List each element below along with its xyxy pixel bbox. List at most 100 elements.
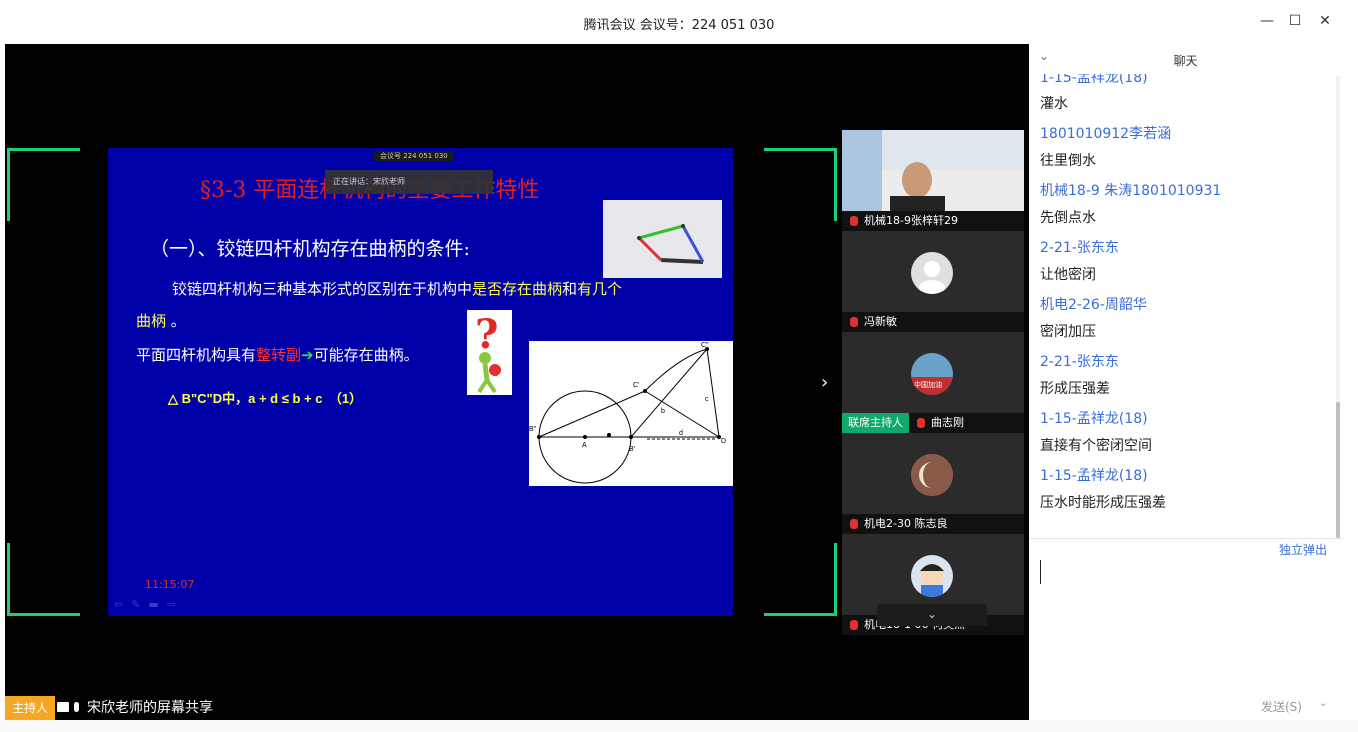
window-title: 腾讯会议 会议号：224 051 030 <box>583 18 775 33</box>
para1-text-d: 有几个 <box>577 280 623 298</box>
question-figure-image: ? <box>467 310 512 395</box>
frame-corner-bottom-left <box>7 543 80 616</box>
microphone-icon <box>74 702 79 712</box>
label-a: A <box>582 442 587 449</box>
chat-panel: ⌄ 聊天 1-15-孟祥龙(18) 灌水 1801010912李若涵 往里倒水 … <box>1029 44 1342 720</box>
slide-time: 11:15:07 <box>145 578 195 591</box>
four-bar-linkage-image <box>603 200 722 278</box>
minimize-icon[interactable]: — <box>1256 10 1278 32</box>
label-c-double-prime: C" <box>701 342 709 349</box>
chat-message-list[interactable]: 1-15-孟祥龙(18) 灌水 1801010912李若涵 往里倒水 机械18-… <box>1029 74 1342 534</box>
chat-message: 往里倒水 <box>1040 153 1096 169</box>
cohost-badge: 联席主持人 <box>842 413 909 433</box>
participant-name: 曲志刚 <box>931 416 964 429</box>
svg-text:?: ? <box>475 311 498 358</box>
participant-tile-2[interactable]: 冯新敏 <box>842 231 1024 332</box>
chat-message: 先倒点水 <box>1040 210 1096 226</box>
participant-name: 冯新敏 <box>864 315 897 328</box>
text-caret <box>1040 560 1041 584</box>
para1-text-f: 。 <box>170 312 186 330</box>
chat-sender[interactable]: 1801010912李若涵 <box>1040 123 1171 143</box>
close-icon[interactable]: ✕ <box>1314 10 1336 32</box>
share-status-bar: 主持人 宋欣老师的屏幕共享 <box>5 694 1029 720</box>
chat-sender[interactable]: 2-21-张东东 <box>1040 351 1119 371</box>
label-d: D <box>721 438 726 445</box>
chat-sender[interactable]: 2-21-张东东 <box>1040 237 1119 257</box>
mechanism-diagram: B" C' C" A B' D b c d <box>529 341 733 486</box>
para1-text-a: 铰链四杆机构三种基本形式的区别在于机构中 <box>172 280 473 298</box>
window-bottom-edge <box>0 720 1358 732</box>
slide-paragraph-1-cont: 曲柄 。 <box>136 310 186 331</box>
frame-corner-bottom-right <box>764 543 837 616</box>
frame-corner-top-left <box>7 148 80 221</box>
chat-message: 让他密闭 <box>1040 267 1096 283</box>
chat-message: 灌水 <box>1040 96 1068 112</box>
chat-sender[interactable]: 1-15-孟祥龙(18) <box>1040 74 1148 87</box>
slide-paragraph-1: 铰链四杆机构三种基本形式的区别在于机构中是否存在曲柄和有几个 <box>172 278 622 299</box>
para2-text-a: 平面四杆机构具有 <box>136 346 257 364</box>
chat-scrollbar[interactable] <box>1336 76 1340 538</box>
slide-formula: △ B"C"D中，a + d ≤ b + c （1） <box>168 391 363 406</box>
participant-tile-3[interactable]: 中国加油 联席主持人 曲志刚 <box>842 332 1024 433</box>
participant-name: 机电2-30 陈志良 <box>864 517 948 530</box>
chat-sender[interactable]: 机械18-9 朱涛1801010931 <box>1040 180 1221 200</box>
chat-input[interactable] <box>1039 558 1329 678</box>
presentation-slide: §3-3 平面连杆机构的主要工作特性 会议号 224 051 030 正在讲话：… <box>108 148 733 616</box>
para1-text-c: 和 <box>562 280 578 298</box>
window-titlebar: 腾讯会议 会议号：224 051 030 — ☐ ✕ <box>0 0 1358 44</box>
maximize-icon[interactable]: ☐ <box>1284 10 1306 32</box>
chat-sender[interactable]: 1-15-孟祥龙(18) <box>1040 408 1148 428</box>
chat-divider <box>1029 538 1342 539</box>
para1-text-e: 曲柄 <box>136 312 167 330</box>
microphone-muted-icon <box>850 216 858 226</box>
chat-scrollbar-thumb[interactable] <box>1336 402 1340 538</box>
participant-caption: 联席主持人 曲志刚 <box>842 413 1024 433</box>
chat-message: 密闭加压 <box>1040 324 1096 340</box>
speaking-indicator: 正在讲话：宋欣老师 <box>325 170 493 194</box>
participant-caption: 机电2-30 陈志良 <box>842 514 1024 534</box>
slide-subtitle: （一）、铰链四杆机构存在曲柄的条件: <box>150 238 470 260</box>
para2-text-c: 可能存在曲柄。 <box>313 346 419 364</box>
participant-tile-1[interactable]: 机械18-9张梓轩29 <box>842 130 1024 231</box>
avatar <box>911 555 953 597</box>
chat-sender[interactable]: 机电2-26-周韶华 <box>1040 294 1147 314</box>
microphone-muted-icon <box>850 620 858 630</box>
para2-text-b: 整转副 <box>256 346 302 364</box>
chat-sender[interactable]: 1-15-孟祥龙(18) <box>1040 465 1148 485</box>
host-badge: 主持人 <box>5 696 56 720</box>
screen-share-icon <box>57 702 69 712</box>
label-c-prime: C' <box>633 382 639 389</box>
avatar-text: 中国加油 <box>914 380 942 389</box>
right-arrow-icon: ➔ <box>301 346 314 364</box>
slide-nav-controls[interactable]: ⇦✎▬⇨ <box>114 598 184 611</box>
avatar: 中国加油 <box>911 353 953 395</box>
para1-text-b: 是否存在曲柄 <box>472 280 563 298</box>
meeting-id-pill: 会议号 224 051 030 <box>374 151 454 161</box>
shared-screen-stage: §3-3 平面连杆机构的主要工作特性 会议号 224 051 030 正在讲话：… <box>5 44 1029 720</box>
participant-caption: 机械18-9张梓轩29 <box>842 211 1024 231</box>
participant-caption: 冯新敏 <box>842 312 1024 332</box>
chevron-down-icon[interactable]: ⌄ <box>1319 698 1327 709</box>
label-b-double-prime: B" <box>529 426 537 433</box>
frame-corner-top-right <box>764 148 837 221</box>
chat-title: 聊天 <box>1173 54 1198 68</box>
avatar <box>911 454 953 496</box>
avatar <box>911 252 953 294</box>
chat-message: 形成压强差 <box>1040 381 1110 397</box>
chevron-down-icon[interactable]: ⌄ <box>877 604 987 626</box>
chat-message: 压水时能形成压强差 <box>1040 495 1166 511</box>
slide-paragraph-2: 平面四杆机构具有整转副➔可能存在曲柄。 <box>136 344 419 365</box>
chat-header: ⌄ 聊天 <box>1029 44 1342 74</box>
speaking-text: 正在讲话：宋欣老师 <box>333 177 405 186</box>
popout-chat-link[interactable]: 独立弹出 <box>1279 541 1327 558</box>
microphone-muted-icon <box>850 519 858 529</box>
microphone-muted-icon <box>850 317 858 327</box>
label-d-link: d <box>679 430 683 437</box>
share-status-text: 宋欣老师的屏幕共享 <box>87 700 213 716</box>
chevron-right-icon[interactable]: › <box>821 372 828 393</box>
microphone-muted-icon <box>917 418 925 428</box>
send-button[interactable]: 发送(S) <box>1261 698 1302 715</box>
label-b-prime: B' <box>629 446 635 453</box>
label-c-link: c <box>705 396 709 403</box>
participant-tile-4[interactable]: 机电2-30 陈志良 <box>842 433 1024 534</box>
